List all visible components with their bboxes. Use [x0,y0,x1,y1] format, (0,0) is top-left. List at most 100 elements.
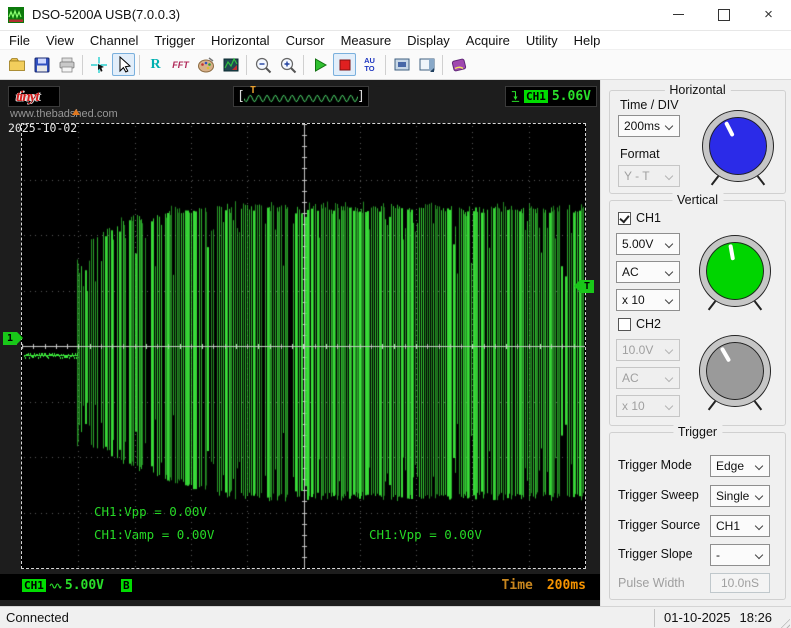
timebase-value: 200ms [547,578,586,593]
time-div-label: Time / DIV [620,98,679,112]
horizontal-position-knob[interactable] [703,111,773,181]
ch2-probe-select: x 10 [616,395,680,417]
floppy-save-icon [33,56,51,74]
ch2-checkbox-row[interactable]: CH2 [618,317,661,331]
maximize-button[interactable] [701,0,746,29]
app-window: DSO-5200A USB(7.0.0.3) × File View Chann… [0,0,791,628]
close-button[interactable]: × [746,0,791,29]
menu-item-acquire[interactable]: Acquire [458,33,518,48]
menu-item-horizontal[interactable]: Horizontal [203,33,278,48]
auto-setup-button[interactable]: AUTO [358,53,381,76]
vertical-group: Vertical CH1 5.00V AC x 10 [609,200,786,426]
palette-icon [197,56,215,74]
r-tool-button[interactable]: R [144,53,167,76]
toolbar-separator [139,55,140,75]
menu-item-display[interactable]: Display [399,33,458,48]
menu-item-trigger[interactable]: Trigger [146,33,203,48]
format-select: Y - T [618,165,680,187]
trigger-mode-label: Trigger Mode [618,458,692,472]
scope-status-strip: CH1 5.00V B Time 200ms [0,574,600,600]
menu-item-help[interactable]: Help [566,33,609,48]
ch2-position-knob[interactable] [700,336,770,406]
fft-icon: FFT [172,60,189,70]
timebase-label: Time [502,578,533,593]
title-bar: DSO-5200A USB(7.0.0.3) × [0,0,791,31]
trigger-mode-select[interactable]: Edge [710,455,770,477]
ch1-position-knob[interactable] [700,236,770,306]
toolbar-separator [82,55,83,75]
ch1-checkbox[interactable] [618,212,631,225]
chevron-down-icon [665,402,674,411]
menu-bar: File View Channel Trigger Horizontal Cur… [0,31,791,50]
measurement-vpp-2: CH1:Vpp = 0.00V [369,527,482,542]
preview-bracket-right: ] [357,89,365,104]
waveform-image-button[interactable] [219,53,242,76]
ch1-probe-select[interactable]: x 10 [616,289,680,311]
vertical-group-title: Vertical [672,193,723,207]
menu-item-file[interactable]: File [8,33,38,48]
stop-icon [336,56,354,74]
zoom-in-button[interactable] [276,53,299,76]
trigger-level-value: 5.06V [552,89,591,104]
chevron-down-icon [665,346,674,355]
chevron-down-icon [665,268,674,277]
trigger-source-select[interactable]: CH1 [710,515,770,537]
open-button[interactable] [5,53,28,76]
stop-acquisition-button[interactable] [333,53,356,76]
ch1-volts-select[interactable]: 5.00V [616,233,680,255]
toolbar: R FFT [0,50,791,80]
palette-button[interactable] [194,53,217,76]
chevron-down-icon [755,492,764,501]
maximize-icon [718,9,730,21]
r-icon: R [150,57,160,73]
resize-grip[interactable] [777,616,790,628]
watermark-text: www.thebadshed.com [10,108,118,120]
channel1-ground-marker[interactable]: 1 [3,332,17,345]
fft-button[interactable]: FFT [169,53,192,76]
menu-item-cursor[interactable]: Cursor [278,33,333,48]
menu-item-measure[interactable]: Measure [333,33,400,48]
save-button[interactable] [30,53,53,76]
zoom-out-button[interactable] [251,53,274,76]
trigger-sweep-select[interactable]: Single [710,485,770,507]
print-button[interactable] [55,53,78,76]
main-area: tinyt T [ ] CH1 5.06V www.thebad [0,80,791,606]
time-div-select[interactable]: 200ms [618,115,680,137]
chevron-down-icon [755,522,764,531]
vendor-logo-box: tinyt [8,86,60,107]
status-bar: Connected 01-10-2025 18:26 [0,606,791,628]
ch1-coupling-select[interactable]: AC [616,261,680,283]
fullscreen-button[interactable] [390,53,413,76]
chevron-down-icon [665,374,674,383]
printer-icon [58,56,76,74]
trigger-slope-select[interactable]: - [710,544,770,566]
menu-item-view[interactable]: View [38,33,82,48]
toolbar-separator [442,55,443,75]
crosshair-cursor-button[interactable] [87,53,110,76]
help-button[interactable] [447,53,470,76]
menu-item-channel[interactable]: Channel [82,33,146,48]
arrow-cursor-button[interactable] [112,53,135,76]
folder-open-icon [8,56,26,74]
ch1-label: CH1 [636,211,661,225]
trigger-group-title: Trigger [673,425,722,439]
ch2-checkbox[interactable] [618,318,631,331]
waveform-preview-box[interactable]: T [ ] [233,86,369,107]
menu-item-utility[interactable]: Utility [518,33,566,48]
window-title: DSO-5200A USB(7.0.0.3) [32,7,180,22]
vendor-logo: tinyt [16,89,39,106]
statusbar-divider [654,609,655,627]
ch1-checkbox-row[interactable]: CH1 [618,211,661,225]
start-acquisition-button[interactable] [308,53,331,76]
channel1-volts-div: 5.00V [65,578,104,593]
waveform-plot[interactable]: CH1:Vpp = 0.00V CH1:Vamp = 0.00V CH1:Vpp… [21,123,586,569]
pulse-width-label: Pulse Width [618,576,685,590]
crosshair-cursor-icon [90,56,108,74]
panel-layout-button[interactable] [415,53,438,76]
minimize-button[interactable] [656,0,701,29]
fullscreen-icon [393,56,411,74]
waveform-canvas[interactable] [22,124,585,568]
chevron-down-icon [665,172,674,181]
trigger-level-marker[interactable]: T [580,280,594,293]
trigger-group: Trigger Trigger Mode Edge Trigger Sweep … [609,432,786,600]
